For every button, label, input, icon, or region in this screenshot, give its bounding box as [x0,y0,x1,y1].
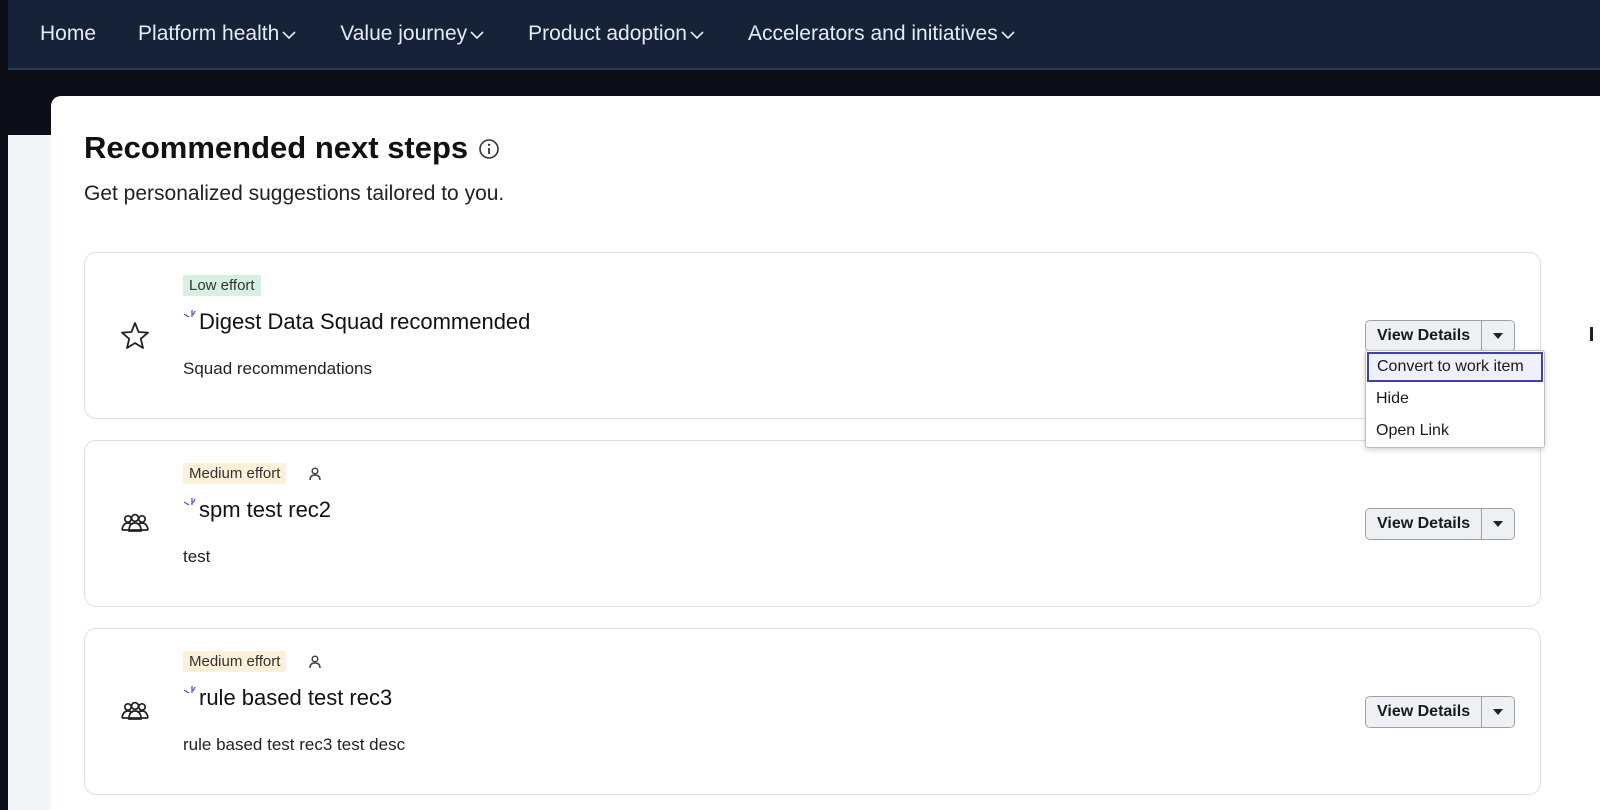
recommendation-card: Medium effort rule based test rec3 rule … [84,628,1541,795]
nav-item-accelerators[interactable]: Accelerators and initiatives [748,22,1015,46]
menu-item-convert-to-work-item[interactable]: Convert to work item [1367,352,1543,382]
nav-item-value-journey[interactable]: Value journey [340,22,484,46]
group-icon [121,701,149,720]
ai-spark-icon [183,310,196,318]
nav-item-label: Accelerators and initiatives [747,22,998,45]
menu-item-open-link[interactable]: Open Link [1366,415,1544,447]
view-details-button[interactable]: View Details [1366,697,1483,727]
recommendations-panel: Recommended next steps Get personalized … [51,96,1600,810]
view-details-split-button: View Details [1365,696,1516,728]
recommendation-card: Medium effort spm test rec2 test View De… [84,440,1541,607]
page-title: Recommended next steps [84,130,500,166]
page-subtitle: Get personalized suggestions tailored to… [84,182,505,205]
ai-spark-icon [183,686,196,694]
menu-item-hide[interactable]: Hide [1366,383,1544,415]
star-icon [121,322,149,349]
nav-item-home[interactable]: Home [40,22,96,46]
recommendation-title: spm test rec2 [183,497,331,523]
caret-down-icon [1493,521,1504,527]
recommendation-description: rule based test rec3 test desc [183,735,406,754]
left-panel-strip [8,135,52,810]
view-details-split-button: View Details [1365,320,1516,352]
badge-row: Low effort [183,275,261,296]
chevron-down-icon [690,31,704,40]
chevron-down-icon [282,31,296,40]
more-actions-button[interactable] [1482,697,1515,727]
recommendation-description: test [183,547,211,566]
nav-item-label: Home [40,22,97,45]
recommendation-title: rule based test rec3 [183,685,392,711]
nav-item-platform-health[interactable]: Platform health [138,22,296,46]
nav-item-product-adoption[interactable]: Product adoption [528,22,704,46]
nav-item-label: Platform health [138,22,280,45]
top-navigation: Home Platform health Value journey Produ… [8,0,1600,70]
recommendation-title-text[interactable]: Digest Data Squad recommended [199,309,530,335]
nav-item-label: Value journey [340,22,468,45]
mouse-cursor [1590,327,1593,341]
caret-down-icon [1493,333,1504,339]
recommendation-title-text[interactable]: rule based test rec3 [199,685,392,711]
actions-dropdown-menu: Convert to work item Hide Open Link [1365,350,1545,448]
effort-badge: Low effort [183,275,261,296]
recommendation-title: Digest Data Squad recommended [183,309,530,335]
more-actions-button[interactable] [1482,321,1515,351]
view-details-button[interactable]: View Details [1366,509,1483,539]
effort-badge: Medium effort [183,651,287,672]
recommendation-title-text[interactable]: spm test rec2 [199,497,331,523]
group-icon [121,513,149,532]
ai-spark-icon [183,498,196,506]
nav-item-label: Product adoption [528,22,687,45]
more-actions-button[interactable] [1482,509,1515,539]
recommendation-description: Squad recommendations [183,359,373,378]
badge-row: Medium effort [183,651,322,672]
person-icon [309,466,322,480]
info-icon[interactable] [478,138,500,160]
caret-down-icon [1493,709,1504,715]
chevron-down-icon [1001,31,1015,40]
page-title-text: Recommended next steps [84,130,469,165]
person-icon [309,654,322,668]
view-details-split-button: View Details [1365,508,1516,540]
chevron-down-icon [470,31,484,40]
badge-row: Medium effort [183,463,322,484]
view-details-button[interactable]: View Details [1366,321,1483,351]
effort-badge: Medium effort [183,463,287,484]
recommendation-card: Low effort Digest Data Squad recommended… [84,252,1541,419]
